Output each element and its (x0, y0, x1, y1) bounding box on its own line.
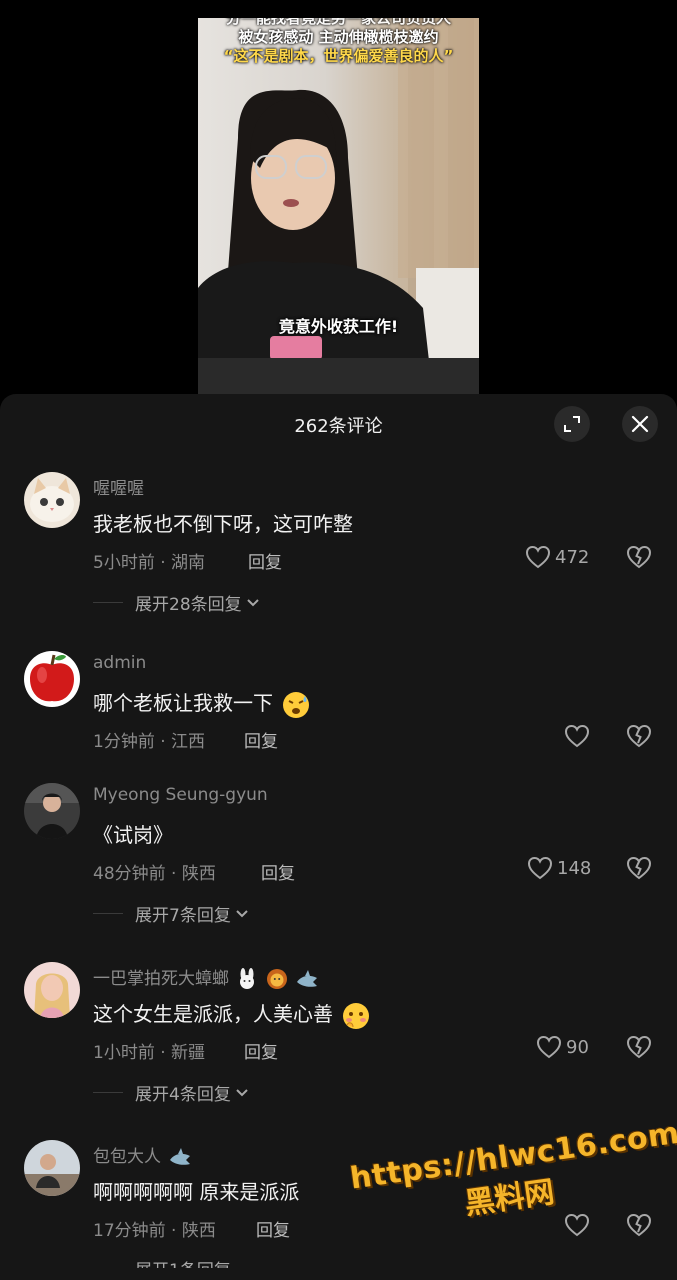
comment-username[interactable]: 一巴掌拍死大蟑螂 (93, 964, 319, 990)
video-subtitle: 竟意外收获工作! (278, 317, 399, 336)
reply-button[interactable]: 回复 (261, 859, 295, 884)
expand-replies-label: 展开4条回复 (135, 1085, 231, 1105)
comment-meta: 1分钟前 · 江西 (93, 732, 206, 752)
sweat-smile-emoji-icon (283, 691, 310, 718)
video-headline-line1: 分一能找者竟是另一家公司负责人 (225, 18, 451, 27)
heart-icon (525, 545, 551, 569)
fullscreen-button[interactable] (554, 406, 590, 442)
broken-heart-icon (626, 724, 652, 748)
comment-text: 啊啊啊啊啊 原来是派派 (93, 1180, 300, 1204)
heart-icon (564, 724, 590, 748)
close-button[interactable] (622, 406, 658, 442)
person-avatar-icon (24, 1140, 80, 1196)
avatar[interactable] (24, 962, 80, 1018)
comment-username-text: 包包大人 (93, 1147, 161, 1167)
like-count: 148 (557, 857, 592, 879)
reply-button[interactable]: 回复 (244, 727, 278, 752)
comment-text: 《试岗》 (93, 823, 173, 847)
broken-heart-icon (626, 1035, 652, 1059)
like-button[interactable]: 148 (527, 856, 591, 880)
apple-avatar-icon (24, 651, 80, 707)
avatar[interactable] (24, 1140, 80, 1196)
dislike-button[interactable] (626, 724, 652, 752)
broken-heart-icon (626, 545, 652, 569)
expand-replies-label: 展开28条回复 (135, 595, 242, 615)
dislike-button[interactable] (626, 856, 652, 884)
avatar[interactable] (24, 783, 80, 839)
video-frame[interactable]: 分一能找者竟是另一家公司负责人 被女孩感动 主动伸橄榄枝邀约 “这不是剧本，世界… (198, 18, 479, 396)
comment-username-text: 一巴掌拍死大蟑螂 (93, 969, 229, 989)
heart-icon (536, 1035, 562, 1059)
comment-username[interactable]: Myeong Seung-gyun (93, 785, 268, 805)
like-button[interactable] (564, 1213, 594, 1237)
comment-meta: 17分钟前 · 陕西 (93, 1221, 216, 1241)
comment-text: 这个女生是派派，人美心善 (93, 998, 371, 1031)
video-player[interactable]: 分一能找者竟是另一家公司负责人 被女孩感动 主动伸橄榄枝邀约 “这不是剧本，世界… (0, 0, 677, 400)
avatar[interactable] (24, 651, 80, 707)
comment-meta: 48分钟前 · 陕西 (93, 864, 216, 884)
broken-heart-icon (626, 1213, 652, 1237)
comment-username[interactable]: 喔喔喔 (93, 474, 144, 499)
dislike-button[interactable] (626, 1213, 652, 1241)
shark-emoji-icon (297, 970, 318, 987)
like-button[interactable] (564, 724, 594, 748)
reply-button[interactable]: 回复 (256, 1216, 290, 1241)
video-headline-line2: 被女孩感动 主动伸橄榄枝邀约 (238, 28, 439, 46)
fullscreen-icon (564, 416, 580, 432)
expand-replies-button[interactable]: 展开28条回复 (93, 590, 260, 615)
video-person-image (198, 18, 479, 396)
divider (93, 913, 123, 914)
comment-text-body: 这个女生是派派，人美心善 (93, 1002, 333, 1026)
like-button[interactable]: 90 (536, 1035, 589, 1059)
dislike-button[interactable] (626, 545, 652, 573)
lion-emoji-icon (266, 969, 287, 989)
like-count: 472 (555, 546, 590, 568)
person-avatar-icon (24, 962, 80, 1018)
expand-replies-button[interactable]: 展开7条回复 (93, 901, 249, 926)
expand-replies-label: 展开7条回复 (135, 906, 231, 926)
broken-heart-icon (626, 856, 652, 880)
shark-emoji-icon (170, 1148, 191, 1165)
divider (93, 602, 123, 603)
close-icon (631, 415, 649, 433)
reply-button[interactable]: 回复 (244, 1038, 278, 1063)
rabbit-emoji-icon (240, 968, 255, 989)
person-avatar-icon (24, 783, 80, 839)
cat-avatar-icon (24, 472, 80, 528)
bottom-bar (0, 1268, 677, 1280)
expand-replies-button[interactable]: 展开4条回复 (93, 1080, 249, 1105)
like-button[interactable]: 472 (525, 545, 589, 569)
chevron-down-icon (246, 598, 259, 606)
comment-text: 哪个老板让我救一下 (93, 687, 311, 720)
comment-meta: 1小时前 · 新疆 (93, 1043, 206, 1063)
comment-meta: 5小时前 · 湖南 (93, 553, 206, 573)
chevron-down-icon (236, 1088, 248, 1096)
reply-button[interactable]: 回复 (248, 548, 282, 573)
chevron-down-icon (236, 909, 248, 917)
shy-emoji-icon (343, 1002, 370, 1029)
heart-icon (564, 1213, 590, 1237)
comment-text-body: 哪个老板让我救一下 (93, 691, 273, 715)
video-headline: 分一能找者竟是另一家公司负责人 被女孩感动 主动伸橄榄枝邀约 “这不是剧本，世界… (198, 18, 479, 66)
divider (93, 1092, 123, 1093)
dislike-button[interactable] (626, 1035, 652, 1063)
comment-text: 我老板也不倒下呀，这可咋整 (93, 512, 353, 536)
avatar[interactable] (24, 472, 80, 528)
heart-icon (527, 856, 553, 880)
comment-username[interactable]: admin (93, 653, 146, 673)
like-count: 90 (566, 1036, 589, 1058)
comment-username[interactable]: 包包大人 (93, 1142, 192, 1168)
video-headline-line3: “这不是剧本，世界偏爱善良的人” (223, 47, 454, 65)
